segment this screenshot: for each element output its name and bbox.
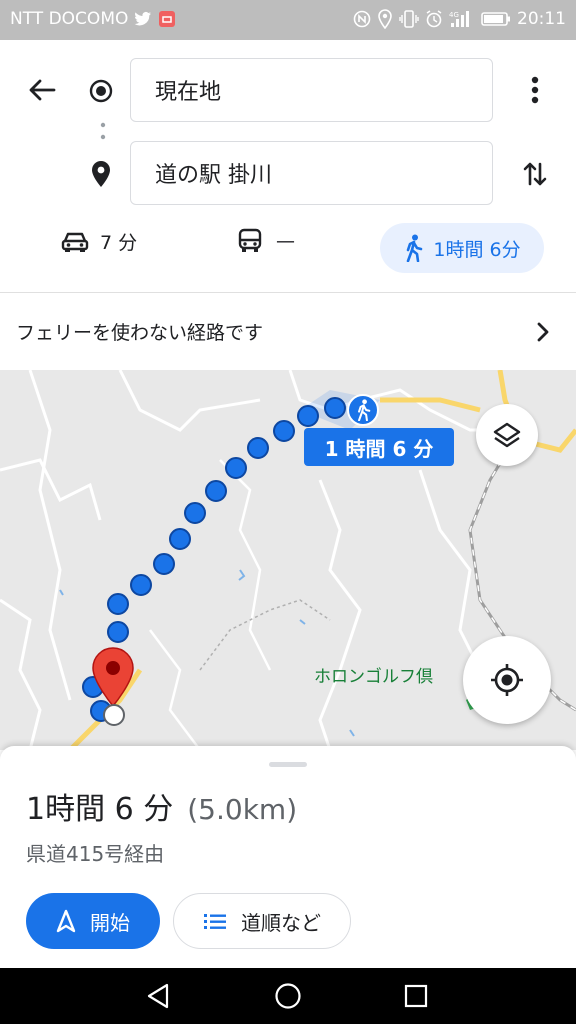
origin-text: 現在地	[155, 80, 222, 105]
system-nav-bar	[0, 968, 576, 1024]
layers-button[interactable]	[476, 404, 538, 466]
start-label: 開始	[90, 910, 130, 935]
status-bar: NTT DOCOMO 4G 20:11	[0, 0, 576, 40]
more-options-button[interactable]	[520, 70, 550, 110]
my-location-button[interactable]	[463, 636, 551, 724]
svg-text:4G: 4G	[449, 11, 459, 19]
destination-text: 道の駅 掛川	[155, 163, 272, 188]
nav-recent-icon[interactable]	[403, 983, 429, 1009]
car-icon	[61, 232, 89, 252]
more-vert-icon	[531, 76, 539, 104]
poi-label[interactable]: ホロンゴルフ倶	[314, 662, 433, 687]
location-icon	[378, 9, 392, 29]
route-duration-label[interactable]: 1 時間 6 分	[304, 428, 454, 466]
origin-dot-icon	[89, 79, 113, 103]
walk-icon	[358, 399, 371, 421]
mode-walk-tab[interactable]: 1時間 6分	[380, 223, 544, 273]
route-duration: 1時間 6 分	[26, 792, 174, 827]
ferry-notice-text: フェリーを使わない経路です	[16, 322, 264, 344]
bus-icon	[238, 228, 262, 252]
map-view[interactable]: 1 時間 6 分 ホロンゴルフ倶	[0, 370, 576, 750]
transit-time: —	[276, 230, 295, 252]
mode-transit-tab[interactable]: —	[238, 228, 295, 254]
notification-badge-icon	[159, 11, 176, 27]
battery-icon	[481, 12, 510, 26]
list-icon	[204, 914, 226, 929]
navigation-arrow-icon	[56, 909, 76, 933]
arrow-back-icon	[29, 79, 56, 101]
swap-vert-icon	[523, 162, 547, 186]
route-distance: (5.0km)	[187, 793, 298, 826]
ferry-notice-row[interactable]: フェリーを使わない経路です	[0, 292, 576, 370]
steps-button[interactable]: 道順など	[173, 893, 351, 949]
swap-route-button[interactable]	[516, 154, 554, 194]
clock: 20:11	[517, 9, 566, 29]
chevron-right-icon	[537, 322, 549, 342]
status-right: 4G 20:11	[353, 9, 566, 29]
mode-drive-tab[interactable]: 7 分	[60, 228, 137, 255]
drive-time: 7 分	[100, 232, 138, 254]
carrier-name: NTT DOCOMO	[10, 9, 129, 29]
directions-header: 現在地 道の駅 掛川 7 分 — 1時間 6分	[0, 40, 576, 292]
nav-back-icon[interactable]	[145, 982, 173, 1010]
back-button[interactable]	[22, 70, 62, 110]
destination-pin-icon	[92, 161, 110, 187]
route-connector-dots	[100, 122, 106, 140]
origin-field[interactable]: 現在地	[130, 58, 493, 122]
destination-field[interactable]: 道の駅 掛川	[130, 141, 493, 205]
walk-time: 1時間 6分	[433, 238, 521, 261]
start-navigation-button[interactable]: 開始	[26, 893, 160, 949]
nav-home-icon[interactable]	[274, 982, 302, 1010]
alarm-icon	[426, 10, 442, 28]
status-left: NTT DOCOMO	[10, 9, 176, 29]
nfc-icon	[353, 10, 371, 28]
layers-icon	[493, 422, 521, 448]
vibrate-icon	[399, 10, 419, 28]
route-summary-sheet[interactable]: 1時間 6 分 (5.0km) 県道415号経由 開始 道順など	[0, 746, 576, 968]
route-via: 県道415号経由	[26, 842, 165, 866]
my-location-icon	[491, 664, 523, 696]
walk-start-marker	[347, 394, 379, 426]
twitter-icon	[134, 11, 152, 26]
walk-icon	[407, 234, 423, 262]
steps-label: 道順など	[241, 910, 321, 935]
drag-handle[interactable]	[269, 762, 307, 767]
route-summary-title: 1時間 6 分 (5.0km)	[26, 784, 297, 828]
signal-4g-icon: 4G	[449, 11, 469, 27]
